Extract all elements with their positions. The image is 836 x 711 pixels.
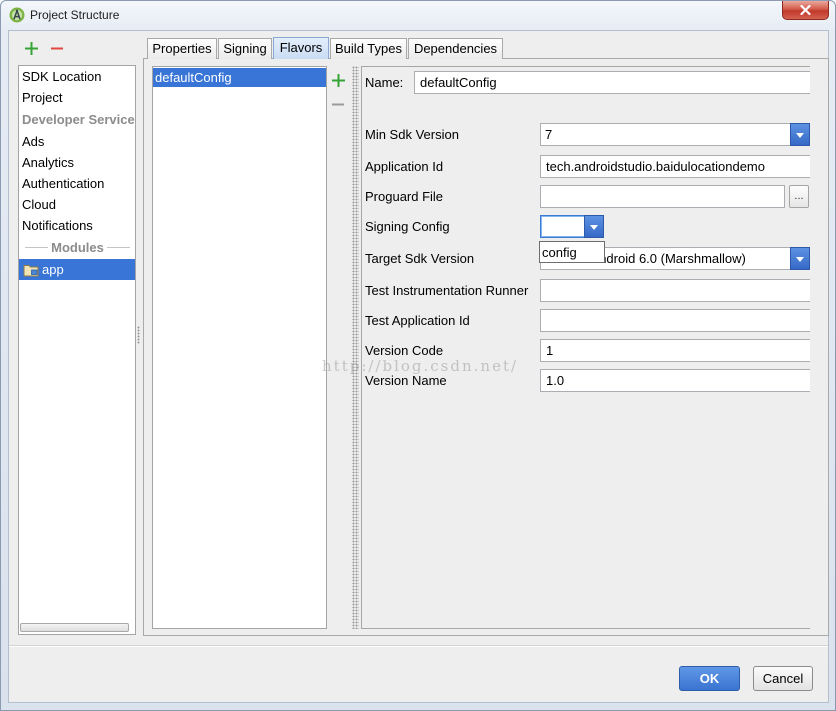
sidebar-item-app[interactable]: app <box>19 259 135 280</box>
name-label: Name: <box>365 75 404 90</box>
flavors-list: defaultConfig <box>152 66 327 629</box>
modules-header-label: Modules <box>51 240 104 255</box>
sidebar-splitter-handle[interactable] <box>137 326 140 344</box>
test-application-id-input[interactable] <box>540 309 810 332</box>
footer-divider <box>9 645 828 647</box>
chevron-down-icon[interactable] <box>790 123 810 146</box>
application-id-input[interactable] <box>540 155 810 178</box>
proguard-file-browse-button[interactable]: ... <box>789 185 809 208</box>
sidebar-list: SDK Location Project Developer Services … <box>18 65 136 635</box>
window-title: Project Structure <box>30 8 120 22</box>
application-id-label: Application Id <box>365 159 444 174</box>
sidebar-item-authentication[interactable]: Authentication <box>19 173 135 194</box>
plus-icon[interactable] <box>25 42 38 55</box>
plus-icon[interactable] <box>332 74 345 87</box>
tab-properties[interactable]: Properties <box>147 38 217 59</box>
signing-config-label: Signing Config <box>365 219 450 234</box>
proguard-file-input[interactable] <box>540 185 785 208</box>
proguard-file-label: Proguard File <box>365 189 444 204</box>
tab-dependencies[interactable]: Dependencies <box>408 38 503 59</box>
version-name-label: Version Name <box>365 373 447 388</box>
dropdown-option-config[interactable]: config <box>540 243 604 262</box>
modules-section-header: Modules <box>19 236 135 259</box>
minus-icon[interactable] <box>332 98 345 111</box>
sidebar-item-project[interactable]: Project <box>19 87 135 108</box>
test-instrumentation-runner-input[interactable] <box>540 279 810 302</box>
version-code-input[interactable] <box>540 339 810 362</box>
tab-build-types[interactable]: Build Types <box>330 38 407 59</box>
signing-config-combobox[interactable] <box>540 215 604 238</box>
sidebar-item-label: app <box>42 262 64 277</box>
module-folder-icon <box>23 263 39 277</box>
minus-icon[interactable] <box>51 42 64 55</box>
version-code-label: Version Code <box>365 343 444 358</box>
sidebar-item-notifications[interactable]: Notifications <box>19 215 135 236</box>
cancel-button[interactable]: Cancel <box>753 666 813 691</box>
horizontal-scrollbar[interactable] <box>20 623 129 632</box>
min-sdk-version-value: 7 <box>545 127 553 142</box>
sidebar-item-analytics[interactable]: Analytics <box>19 152 135 173</box>
separator-line <box>106 247 131 248</box>
chevron-down-icon[interactable] <box>790 247 810 270</box>
close-button[interactable] <box>782 1 829 20</box>
tab-signing[interactable]: Signing <box>218 38 272 59</box>
name-input[interactable] <box>414 71 810 94</box>
ok-button[interactable]: OK <box>679 666 740 691</box>
min-sdk-version-label: Min Sdk Version <box>365 127 459 142</box>
android-studio-icon <box>9 7 25 23</box>
title-bar[interactable]: Project Structure <box>1 1 835 29</box>
project-structure-window: Project Structure SDK Location Project D… <box>0 0 836 711</box>
target-sdk-version-label: Target Sdk Version <box>365 251 475 266</box>
sidebar-item-sdk-location[interactable]: SDK Location <box>19 66 135 87</box>
test-application-id-label: Test Application Id <box>365 313 470 328</box>
min-sdk-version-combobox[interactable]: 7 <box>540 123 810 146</box>
version-name-input[interactable] <box>540 369 810 392</box>
sidebar-item-cloud[interactable]: Cloud <box>19 194 135 215</box>
test-instrumentation-runner-label: Test Instrumentation Runner <box>365 283 529 298</box>
tab-flavors[interactable]: Flavors <box>273 37 329 59</box>
signing-config-dropdown-list: config <box>539 241 605 263</box>
flavors-splitter-handle[interactable] <box>352 66 359 629</box>
separator-line <box>25 247 49 248</box>
flavor-item-defaultconfig[interactable]: defaultConfig <box>153 68 326 87</box>
developer-services-header: Developer Services <box>22 112 135 127</box>
flavor-properties-form: Name: Min Sdk Version 7 Application Id P… <box>361 66 810 629</box>
chevron-down-icon[interactable] <box>584 215 604 238</box>
sidebar-item-ads[interactable]: Ads <box>19 131 135 152</box>
